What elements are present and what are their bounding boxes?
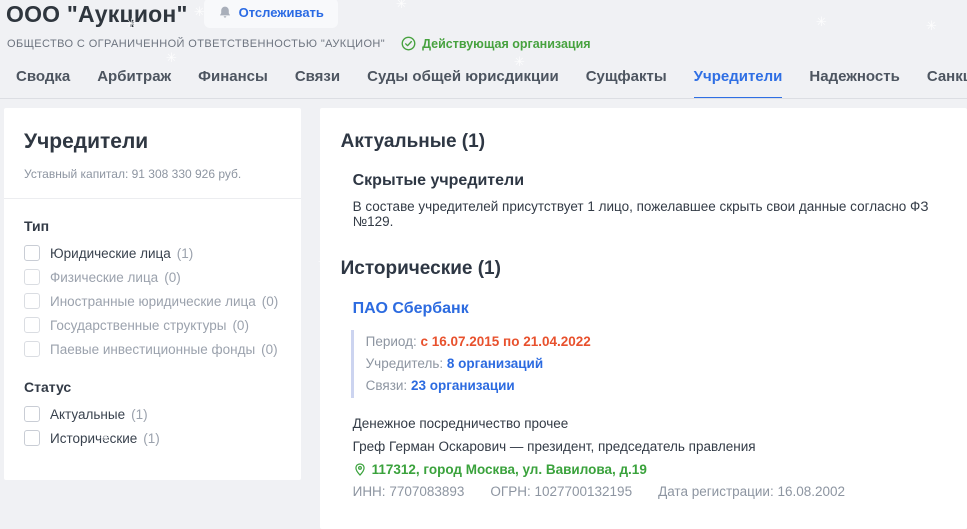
tab-sanktsii[interactable]: Санкции	[927, 64, 967, 99]
filter-label: Государственные структуры	[50, 318, 226, 333]
founder-address-link[interactable]: 117312, город Москва, ул. Вавилова, д.19	[353, 458, 935, 481]
links-label: Связи:	[366, 378, 408, 393]
sidebar-title: Учредители	[24, 130, 281, 154]
tab-arbitrazh[interactable]: Арбитраж	[97, 64, 171, 99]
filter-label: Исторические	[50, 431, 137, 446]
checkbox-icon	[24, 430, 40, 446]
filter-foreign-legal-entities: Иностранные юридические лица (0)	[24, 293, 281, 309]
period-row: Период: с 16.07.2015 по 21.04.2022	[366, 331, 935, 353]
historical-heading: Исторические (1)	[341, 258, 935, 280]
content-area: Учредители Уставный капитал: 91 308 330 …	[0, 99, 967, 529]
filter-actual[interactable]: Актуальные (1)	[24, 406, 281, 422]
filter-label: Иностранные юридические лица	[50, 294, 256, 309]
period-label: Период:	[366, 334, 417, 349]
founder-entry: ПАО Сбербанк Период: с 16.07.2015 по 21.…	[341, 280, 935, 499]
founder-of-label: Учредитель:	[366, 356, 444, 371]
checkbox-icon	[24, 269, 40, 285]
links-row: Связи: 23 организации	[366, 375, 935, 397]
tab-svodka[interactable]: Сводка	[16, 64, 70, 99]
filter-count: (0)	[232, 318, 249, 333]
founder-meta-row: ИНН: 7707083893 ОГРН: 1027700132195 Дата…	[353, 484, 935, 499]
filter-label: Паевые инвестиционные фонды	[50, 342, 255, 357]
founder-of-row: Учредитель: 8 организаций	[366, 353, 935, 375]
filter-individuals: Физические лица (0)	[24, 269, 281, 285]
tab-finansy[interactable]: Финансы	[198, 64, 268, 99]
founder-inn: ИНН: 7707083893	[353, 484, 465, 499]
filter-count: (1)	[177, 246, 194, 261]
checkbox-icon	[24, 317, 40, 333]
founder-details-block: Период: с 16.07.2015 по 21.04.2022 Учред…	[351, 330, 935, 398]
company-title: ООО "Аукцион"	[6, 1, 188, 27]
founders-main-panel: Актуальные (1) Скрытые учредители В сост…	[320, 108, 967, 529]
founder-address: 117312, город Москва, ул. Вавилова, д.19	[372, 458, 647, 481]
tab-suschfakty[interactable]: Сущфакты	[586, 64, 667, 99]
founders-filter-panel: Учредители Уставный капитал: 91 308 330 …	[4, 108, 301, 480]
bell-icon	[218, 5, 232, 20]
links-link[interactable]: 23 организации	[411, 378, 515, 393]
filter-count: (1)	[143, 431, 160, 446]
check-circle-icon	[401, 36, 416, 51]
status-badge-label: Действующая организация	[422, 37, 591, 51]
tab-svyazi[interactable]: Связи	[295, 64, 340, 99]
checkbox-icon	[24, 341, 40, 357]
filter-count: (1)	[131, 407, 148, 422]
founder-name-link[interactable]: ПАО Сбербанк	[353, 300, 469, 318]
hidden-founders-text: В составе учредителей присутствует 1 лиц…	[353, 199, 935, 229]
hidden-founders-title: Скрытые учредители	[353, 172, 935, 190]
tab-uchrediteli[interactable]: Учредители	[694, 64, 783, 99]
filter-label: Юридические лица	[50, 246, 171, 261]
page-header: ООО "Аукцион" Отслеживать ОБЩЕСТВО С ОГР…	[0, 0, 967, 99]
filter-investment-funds: Паевые инвестиционные фонды (0)	[24, 341, 281, 357]
actual-heading: Актуальные (1)	[341, 131, 935, 153]
filter-legal-entities[interactable]: Юридические лица (1)	[24, 245, 281, 261]
filter-type-title: Тип	[24, 218, 281, 234]
filter-group-type: Тип Юридические лица (1) Физические лица…	[24, 218, 281, 357]
filter-historical[interactable]: Исторические (1)	[24, 430, 281, 446]
status-badge: Действующая организация	[401, 36, 591, 51]
founder-activity: Денежное посредничество прочее	[353, 412, 935, 435]
divider	[4, 198, 301, 199]
location-pin-icon	[353, 462, 367, 477]
charter-capital: Уставный капитал: 91 308 330 926 руб.	[24, 167, 281, 181]
founder-ogrn: ОГРН: 1027700132195	[490, 484, 632, 499]
checkbox-icon	[24, 245, 40, 261]
founder-of-link[interactable]: 8 организаций	[447, 356, 543, 371]
checkbox-icon	[24, 293, 40, 309]
filter-status-title: Статус	[24, 379, 281, 395]
filter-state-structures: Государственные структуры (0)	[24, 317, 281, 333]
filter-group-status: Статус Актуальные (1) Исторические (1)	[24, 379, 281, 446]
filter-label: Актуальные	[50, 407, 125, 422]
founder-registration-date: Дата регистрации: 16.08.2002	[658, 484, 845, 499]
filter-count: (0)	[164, 270, 181, 285]
period-value: с 16.07.2015 по 21.04.2022	[420, 334, 590, 349]
filter-label: Физические лица	[50, 270, 158, 285]
follow-button-label: Отслеживать	[239, 5, 324, 20]
company-legal-name: ОБЩЕСТВО С ОГРАНИЧЕННОЙ ОТВЕТСТВЕННОСТЬЮ…	[7, 38, 385, 50]
tab-nadezhnost[interactable]: Надежность	[809, 64, 899, 99]
follow-button[interactable]: Отслеживать	[204, 0, 338, 28]
filter-count: (0)	[262, 294, 279, 309]
checkbox-icon	[24, 406, 40, 422]
tab-bar: Сводка Арбитраж Финансы Связи Суды общей…	[0, 64, 967, 99]
tab-sudy-obshchey-yurisdiktsii[interactable]: Суды общей юрисдикции	[367, 64, 559, 99]
filter-count: (0)	[261, 342, 278, 357]
